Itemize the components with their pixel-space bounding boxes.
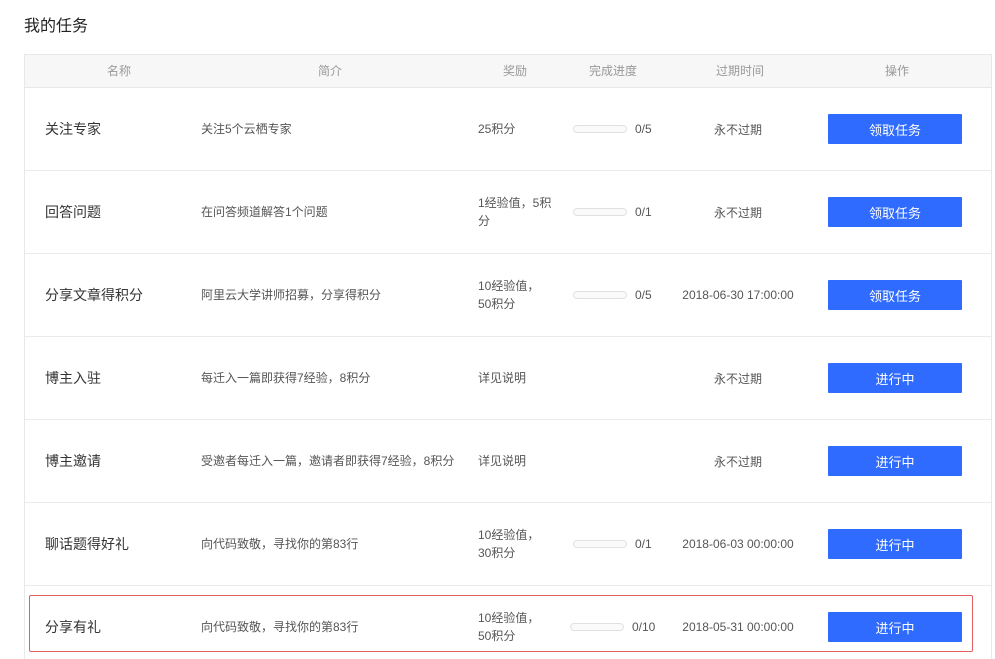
task-name: 分享文章得积分 <box>45 287 143 303</box>
task-expire-time: 永不过期 <box>713 454 762 469</box>
task-action: 进行中 <box>828 337 962 419</box>
task-description: 阿里云大学讲师招募，分享得积分 <box>201 288 382 302</box>
task-action: 领取任务 <box>828 88 962 170</box>
task-action-button[interactable]: 进行中 <box>828 529 962 559</box>
progress-bar <box>573 208 627 216</box>
task-description: 受邀者每迁入一篇，邀请者即获得7经验，8积分 <box>201 454 455 468</box>
progress-text: 0/1 <box>635 537 652 551</box>
task-description: 每迁入一篇即获得7经验，8积分 <box>201 371 371 385</box>
page-title: 我的任务 <box>24 18 89 35</box>
task-reward: 1经验值，5积分 <box>478 196 552 228</box>
task-action-button[interactable]: 领取任务 <box>828 280 962 310</box>
task-reward: 详见说明 <box>478 371 527 385</box>
task-expire-time: 2018-06-03 00:00:00 <box>682 537 794 551</box>
progress-text: 0/5 <box>635 288 652 302</box>
task-description: 关注5个云栖专家 <box>201 122 292 136</box>
task-expire-time: 永不过期 <box>713 371 762 386</box>
task-expire-time: 2018-05-31 00:00:00 <box>682 620 794 634</box>
table-header: 名称 简介 奖励 完成进度 过期时间 操作 <box>25 55 991 88</box>
task-name: 聊话题得好礼 <box>45 536 129 552</box>
progress-text: 0/1 <box>635 205 652 219</box>
table-row-3: 分享文章得积分 阿里云大学讲师招募，分享得积分 10经验值，50积分 0/5 2… <box>25 254 991 337</box>
table-body: 关注专家 关注5个云栖专家 25积分 0/5 永不过期 领取任务 回答问题 在问… <box>25 88 991 659</box>
task-progress: 0/1 <box>573 503 652 585</box>
header-desc: 简介 <box>317 64 342 78</box>
table-row-2: 回答问题 在问答频道解答1个问题 1经验值，5积分 0/1 永不过期 领取任务 <box>25 171 991 254</box>
task-progress: 0/5 <box>573 88 652 170</box>
task-reward: 详见说明 <box>478 454 527 468</box>
task-action-button[interactable]: 进行中 <box>828 612 962 642</box>
task-action: 领取任务 <box>828 254 962 336</box>
task-table: 名称 简介 奖励 完成进度 过期时间 操作 关注专家 关注5个云栖专家 25积分… <box>24 54 992 659</box>
progress-bar <box>573 125 627 133</box>
task-name: 博主入驻 <box>45 370 101 386</box>
header-action: 操作 <box>884 64 909 78</box>
task-action: 领取任务 <box>828 171 962 253</box>
header-reward: 奖励 <box>502 64 527 78</box>
task-expire-time: 2018-06-30 17:00:00 <box>682 288 794 302</box>
task-action: 进行中 <box>828 503 962 585</box>
task-reward: 10经验值，50积分 <box>478 279 540 311</box>
header-progress: 完成进度 <box>588 64 637 78</box>
progress-bar <box>570 623 624 631</box>
task-action-button[interactable]: 进行中 <box>828 363 962 393</box>
task-expire-time: 永不过期 <box>713 205 762 220</box>
task-progress: 0/10 <box>570 586 655 659</box>
task-action: 进行中 <box>828 586 962 659</box>
task-action: 进行中 <box>828 420 962 502</box>
progress-bar <box>573 540 627 548</box>
table-row-4: 博主入驻 每迁入一篇即获得7经验，8积分 详见说明 永不过期 进行中 <box>25 337 991 420</box>
task-name: 回答问题 <box>45 204 101 220</box>
task-name: 关注专家 <box>45 121 101 137</box>
progress-bar <box>573 291 627 299</box>
task-expire-time: 永不过期 <box>713 122 762 137</box>
header-expire: 过期时间 <box>715 64 764 78</box>
task-name: 分享有礼 <box>45 619 101 635</box>
table-row-5: 博主邀请 受邀者每迁入一篇，邀请者即获得7经验，8积分 详见说明 永不过期 进行… <box>25 420 991 503</box>
task-progress: 0/5 <box>573 254 652 336</box>
table-row-6: 聊话题得好礼 向代码致敬，寻找你的第83行 10经验值，30积分 0/1 201… <box>25 503 991 586</box>
task-name: 博主邀请 <box>45 453 101 469</box>
task-progress: 0/1 <box>573 171 652 253</box>
task-description: 向代码致敬，寻找你的第83行 <box>201 537 359 551</box>
task-action-button[interactable]: 领取任务 <box>828 197 962 227</box>
task-description: 向代码致敬，寻找你的第83行 <box>201 620 359 634</box>
progress-text: 0/5 <box>635 122 652 136</box>
task-reward: 25积分 <box>478 122 516 136</box>
task-action-button[interactable]: 进行中 <box>828 446 962 476</box>
task-description: 在问答频道解答1个问题 <box>201 205 328 219</box>
task-reward: 10经验值，30积分 <box>478 528 540 560</box>
table-row-7: 分享有礼 向代码致敬，寻找你的第83行 10经验值，50积分 0/10 2018… <box>25 586 991 659</box>
table-row-1: 关注专家 关注5个云栖专家 25积分 0/5 永不过期 领取任务 <box>25 88 991 171</box>
header-name: 名称 <box>106 64 131 78</box>
progress-text: 0/10 <box>632 620 656 634</box>
task-action-button[interactable]: 领取任务 <box>828 114 962 144</box>
task-reward: 10经验值，50积分 <box>478 611 540 643</box>
